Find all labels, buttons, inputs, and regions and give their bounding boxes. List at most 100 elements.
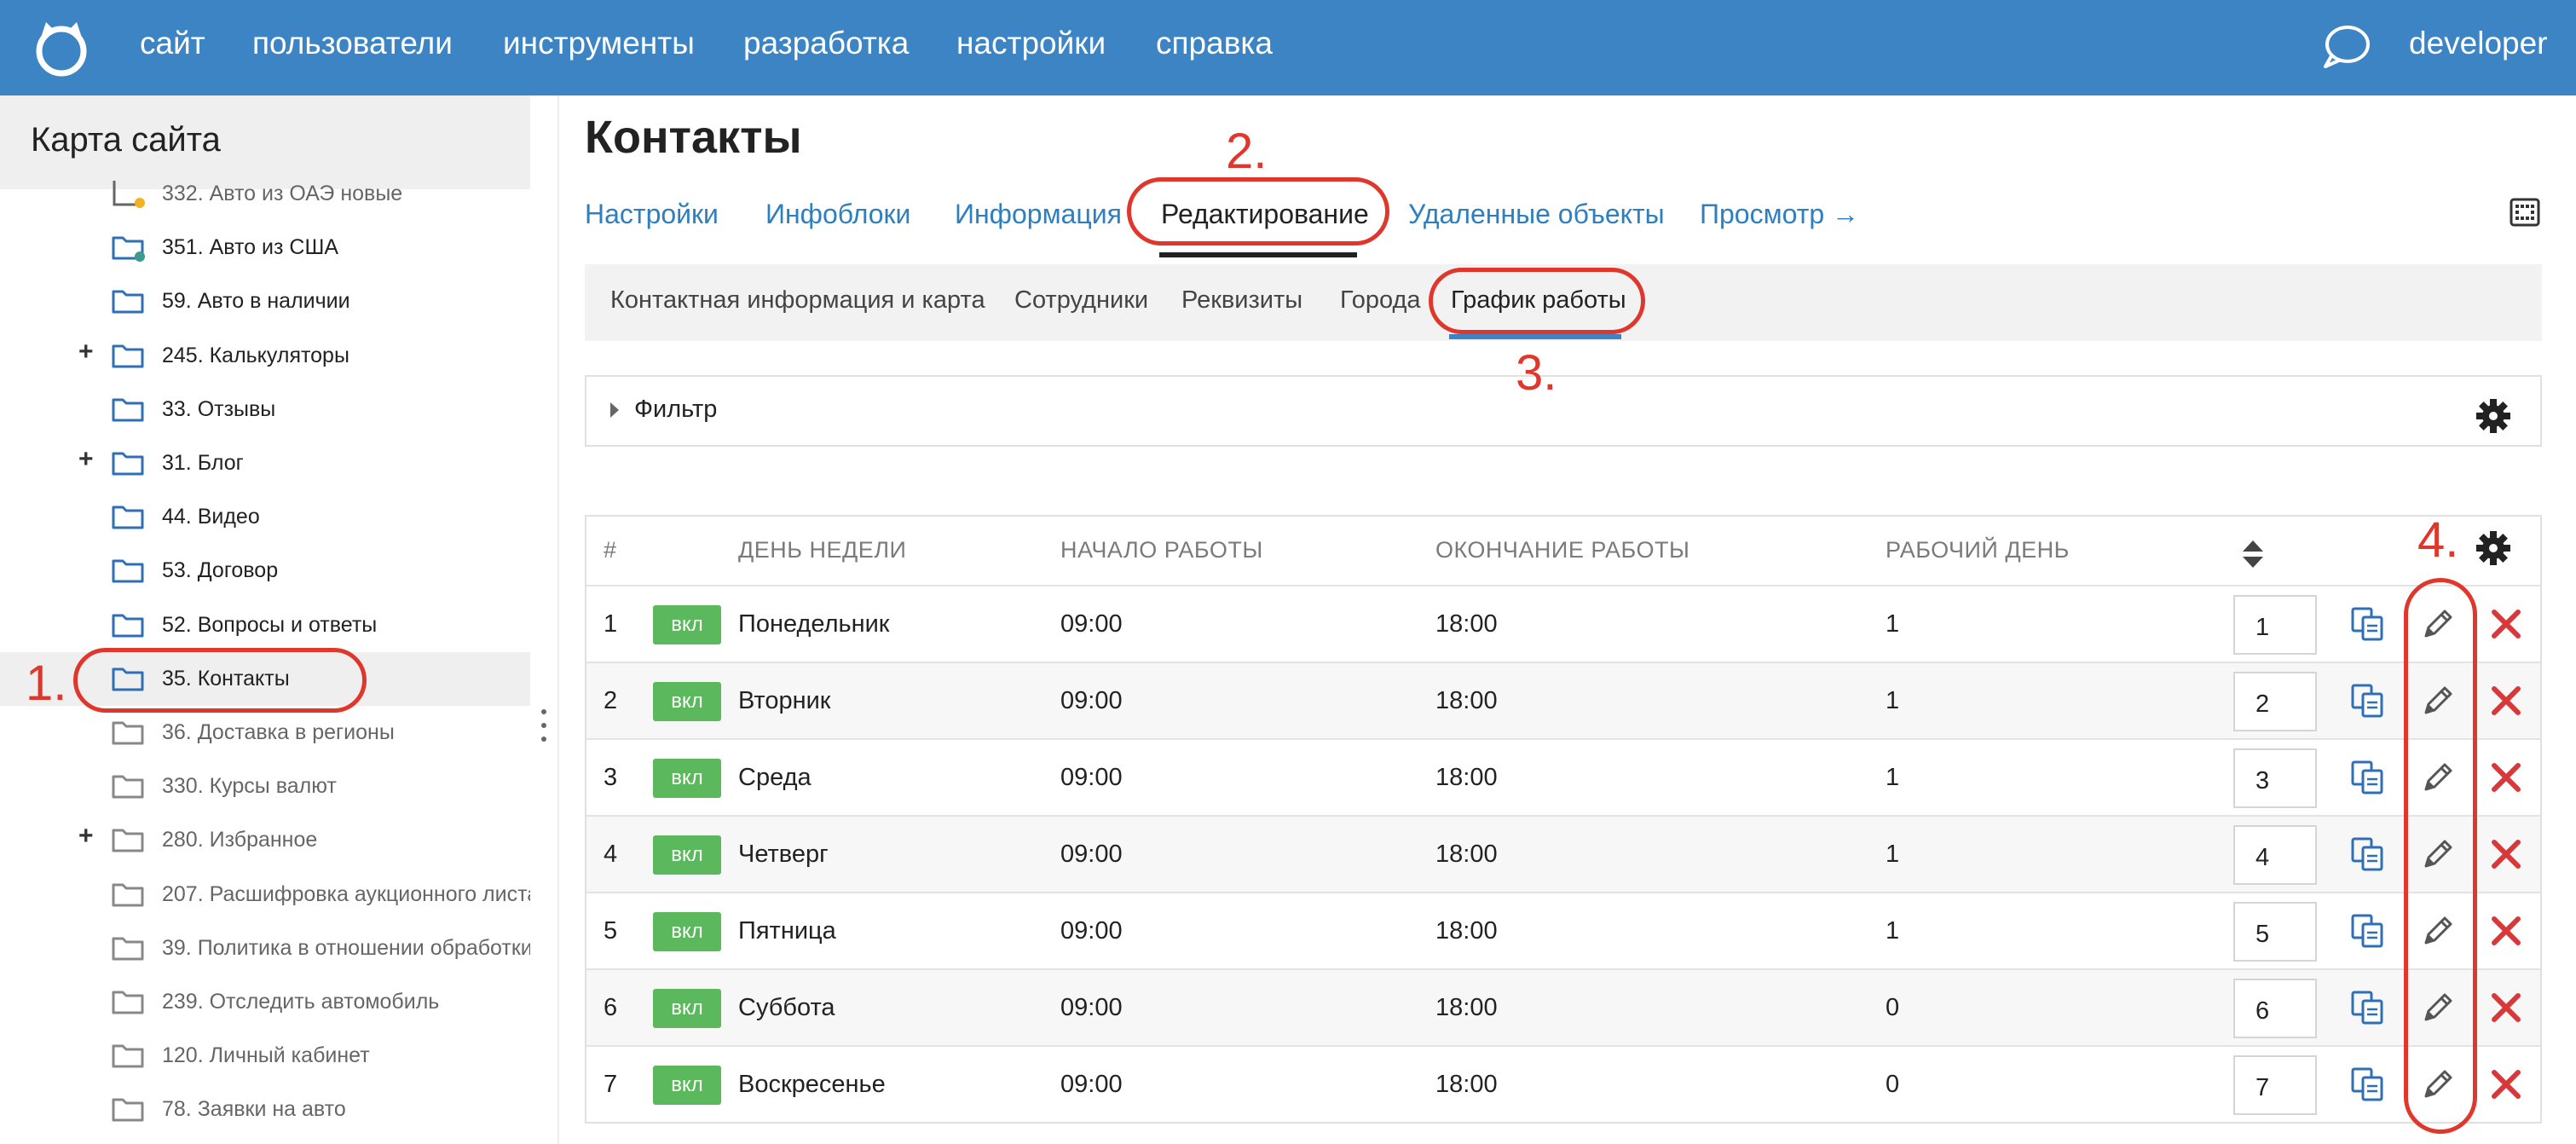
day-name[interactable]: Среда xyxy=(738,764,811,792)
day-name[interactable]: Вторник xyxy=(738,687,831,715)
tab-6[interactable]: Просмотр → xyxy=(1700,199,1859,230)
status-badge[interactable]: вкл xyxy=(653,1066,721,1105)
status-badge[interactable]: вкл xyxy=(653,912,721,951)
column-header-start[interactable]: НАЧАЛО РАБОТЫ xyxy=(1060,537,1263,563)
status-badge[interactable]: вкл xyxy=(653,759,721,798)
day-name[interactable]: Понедельник xyxy=(738,610,890,638)
column-header-end[interactable]: ОКОНЧАНИЕ РАБОТЫ xyxy=(1435,537,1689,563)
sidebar-tree-item[interactable]: 207. Расшифровка аукционного листа xyxy=(0,868,530,922)
subtab-3[interactable]: Реквизиты xyxy=(1181,286,1302,315)
sidebar-tree-item[interactable]: 44. Видео xyxy=(0,490,530,544)
sort-order-input[interactable]: 5 xyxy=(2233,902,2317,962)
tab-3[interactable]: Информация xyxy=(955,199,1122,230)
table-row[interactable]: 1 вкл Понедельник 09:00 18:00 1 1 xyxy=(586,585,2540,662)
nav-item-2[interactable]: пользователи xyxy=(252,26,453,61)
table-row[interactable]: 6 вкл Суббота 09:00 18:00 0 6 xyxy=(586,968,2540,1045)
delete-x-icon[interactable] xyxy=(2487,759,2525,796)
expand-plus-icon[interactable]: + xyxy=(78,822,94,851)
nav-item-5[interactable]: настройки xyxy=(956,26,1106,61)
day-name[interactable]: Воскресенье xyxy=(738,1071,886,1099)
filter-label[interactable]: Фильтр xyxy=(634,396,717,424)
tab-2[interactable]: Инфоблоки xyxy=(765,199,910,230)
sort-order-input[interactable]: 4 xyxy=(2233,825,2317,885)
nav-item-1[interactable]: сайт xyxy=(140,26,205,61)
sort-order-input[interactable]: 1 xyxy=(2233,595,2317,655)
table-settings-gear-icon[interactable] xyxy=(2475,530,2511,566)
copy-icon[interactable] xyxy=(2349,989,2387,1026)
delete-x-icon[interactable] xyxy=(2487,605,2525,643)
sidebar-tree-item[interactable]: 120. Личный кабинет xyxy=(0,1029,530,1083)
sidebar-tree-label: 351. Авто из США xyxy=(162,235,339,260)
tab-5[interactable]: Удаленные объекты xyxy=(1408,199,1665,230)
status-badge[interactable]: вкл xyxy=(653,835,721,875)
logo-icon[interactable] xyxy=(31,19,92,77)
column-header-workday[interactable]: РАБОЧИЙ ДЕНЬ xyxy=(1886,537,2070,563)
column-header-num[interactable]: # xyxy=(604,537,617,563)
sidebar-tree-item[interactable]: 59. Авто в наличии xyxy=(0,274,530,328)
day-name[interactable]: Четверг xyxy=(738,841,829,869)
user-menu[interactable]: developer xyxy=(2409,26,2548,61)
sort-order-input[interactable]: 6 xyxy=(2233,979,2317,1038)
nav-item-3[interactable]: инструменты xyxy=(503,26,695,61)
status-badge[interactable]: вкл xyxy=(653,989,721,1028)
day-name[interactable]: Суббота xyxy=(738,994,835,1022)
sidebar-tree-item[interactable]: 330. Курсы валют xyxy=(0,760,530,813)
status-badge[interactable]: вкл xyxy=(653,605,721,644)
sidebar-tree-item[interactable]: 351. Авто из США xyxy=(0,221,530,274)
sidebar-tree-item[interactable]: 53. Договор xyxy=(0,544,530,598)
nav-item-6[interactable]: справка xyxy=(1156,26,1273,61)
sort-order-input[interactable]: 7 xyxy=(2233,1055,2317,1115)
delete-x-icon[interactable] xyxy=(2487,835,2525,873)
delete-x-icon[interactable] xyxy=(2487,682,2525,719)
copy-icon[interactable] xyxy=(2349,682,2387,719)
table-row[interactable]: 3 вкл Среда 09:00 18:00 1 3 xyxy=(586,738,2540,815)
nav-item-4[interactable]: разработка xyxy=(743,26,909,61)
caret-right-icon[interactable] xyxy=(610,402,619,418)
delete-x-icon[interactable] xyxy=(2487,989,2525,1026)
sidebar-tree-item[interactable]: 33. Отзывы xyxy=(0,383,530,436)
delete-x-icon[interactable] xyxy=(2487,912,2525,950)
copy-icon[interactable] xyxy=(2349,759,2387,796)
annotation-ring-3 xyxy=(1429,268,1645,334)
sidebar-tree-label: 330. Курсы валют xyxy=(162,774,337,799)
copy-icon[interactable] xyxy=(2349,605,2387,643)
expand-plus-icon[interactable]: + xyxy=(78,445,94,474)
subtab-2[interactable]: Сотрудники xyxy=(1014,286,1148,315)
expand-plus-icon[interactable]: + xyxy=(78,338,94,367)
table-row[interactable]: 7 вкл Воскресенье 09:00 18:00 0 7 xyxy=(586,1045,2540,1122)
sort-order-input[interactable]: 2 xyxy=(2233,672,2317,731)
tab-1[interactable]: Настройки xyxy=(585,199,719,230)
sort-order-input[interactable]: 3 xyxy=(2233,748,2317,808)
table-row[interactable]: 2 вкл Вторник 09:00 18:00 1 2 xyxy=(586,662,2540,738)
copy-icon[interactable] xyxy=(2349,1066,2387,1103)
delete-x-icon[interactable] xyxy=(2487,1066,2525,1103)
resize-handle[interactable] xyxy=(541,709,546,752)
table-row[interactable]: 5 вкл Пятница 09:00 18:00 1 5 xyxy=(586,892,2540,968)
day-name[interactable]: Пятница xyxy=(738,917,836,945)
sidebar-tree-label: 239. Отследить автомобиль xyxy=(162,990,440,1014)
copy-icon[interactable] xyxy=(2349,912,2387,950)
folder-icon xyxy=(111,1095,145,1124)
table-row[interactable]: 4 вкл Четверг 09:00 18:00 1 4 xyxy=(586,815,2540,892)
sidebar-tree-item[interactable]: 52. Вопросы и ответы xyxy=(0,598,530,652)
filter-panel[interactable] xyxy=(585,375,2542,447)
sidebar-tree-item[interactable]: 39. Политика в отношении обработки xyxy=(0,922,530,975)
sidebar-tree-item[interactable]: 78. Заявки на авто xyxy=(0,1083,530,1136)
sidebar-title: Карта сайта xyxy=(31,121,221,159)
status-badge[interactable]: вкл xyxy=(653,682,721,721)
layout-toggle-icon[interactable] xyxy=(2510,198,2540,227)
subtab-4[interactable]: Города xyxy=(1340,286,1421,315)
sort-arrows-icon[interactable] xyxy=(2240,539,2266,569)
sidebar-tree-item[interactable]: 239. Отследить автомобиль xyxy=(0,975,530,1029)
sidebar-tree-item[interactable]: 36. Доставка в регионы xyxy=(0,706,530,760)
folder-icon xyxy=(111,233,145,263)
copy-icon[interactable] xyxy=(2349,835,2387,873)
sidebar-tree-item[interactable]: 332. Авто из ОАЭ новые xyxy=(0,167,530,221)
filter-settings-gear-icon[interactable] xyxy=(2475,398,2511,434)
column-header-day[interactable]: ДЕНЬ НЕДЕЛИ xyxy=(738,537,906,563)
chat-icon[interactable] xyxy=(2320,22,2371,72)
sidebar-tree-item[interactable]: +31. Блог xyxy=(0,436,530,490)
sidebar-tree-item[interactable]: +245. Калькуляторы xyxy=(0,329,530,383)
sidebar-tree-item[interactable]: +280. Избранное xyxy=(0,813,530,867)
subtab-1[interactable]: Контактная информация и карта xyxy=(610,286,985,315)
